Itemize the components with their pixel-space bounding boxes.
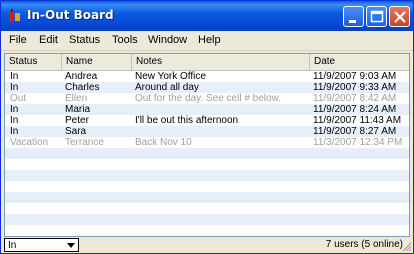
- row-date: 11/9/2007 9:33 AM: [313, 82, 397, 93]
- menu-status[interactable]: Status: [69, 34, 100, 46]
- row-date: 11/9/2007 9:03 AM: [313, 71, 397, 82]
- table-row[interactable]: In Peter I'll be out this afternoon 11/9/20…: [5, 115, 409, 126]
- resize-grip-icon[interactable]: [402, 242, 412, 252]
- app-icon: [9, 9, 20, 21]
- menu-window[interactable]: Window: [148, 34, 187, 46]
- table-row[interactable]: In Maria 11/9/2007 8:24 AM: [5, 104, 409, 115]
- empty-row: [5, 159, 409, 170]
- empty-row: [5, 148, 409, 159]
- status-select-value: In: [8, 240, 17, 251]
- status-select[interactable]: In: [4, 238, 79, 252]
- row-name: Terrance: [65, 137, 104, 148]
- row-date: 11/3/2007 12:34 PM: [313, 137, 403, 148]
- column-header-notes[interactable]: Notes: [132, 54, 310, 70]
- row-notes: Back Nov 10: [135, 137, 192, 148]
- menu-file[interactable]: File: [9, 34, 27, 46]
- empty-row: [5, 170, 409, 181]
- column-header-name[interactable]: Name: [62, 54, 132, 70]
- maximize-button[interactable]: [366, 6, 387, 27]
- empty-row: [5, 181, 409, 192]
- row-status: In: [10, 115, 19, 126]
- empty-row: [5, 203, 409, 214]
- row-status: In: [10, 104, 19, 115]
- row-status: Out: [10, 93, 27, 104]
- table-row[interactable]: In Andrea New York Office 11/9/2007 9:03 AM: [5, 71, 409, 82]
- table-row[interactable]: Vacation Terrance Back Nov 10 11/3/2007 12:…: [5, 137, 409, 148]
- row-name: Sara: [65, 126, 87, 137]
- row-status: In: [10, 126, 19, 137]
- empty-row: [5, 192, 409, 203]
- empty-row: [5, 225, 409, 236]
- status-bar: In 7 users (5 online): [1, 237, 413, 253]
- row-status: Vacation: [10, 137, 49, 148]
- column-header-status[interactable]: Status: [5, 54, 62, 70]
- row-notes: I'll be out this afternoon: [135, 115, 239, 126]
- row-name: Andrea: [65, 71, 98, 82]
- row-date: 11/9/2007 8:27 AM: [313, 126, 397, 137]
- dropdown-arrow-icon[interactable]: [65, 240, 77, 250]
- menu-tools[interactable]: Tools: [112, 34, 138, 46]
- minimize-button[interactable]: [343, 6, 364, 27]
- list-rows: In Andrea New York Office 11/9/2007 9:03 AM…: [5, 71, 409, 236]
- column-header-date[interactable]: Date: [310, 54, 409, 70]
- close-button[interactable]: [389, 6, 410, 27]
- row-name: Ellen: [65, 93, 88, 104]
- row-name: Maria: [65, 104, 91, 115]
- row-date: 11/9/2007 8:42 AM: [313, 93, 397, 104]
- minimize-icon: [349, 20, 356, 23]
- maximize-icon: [370, 10, 384, 23]
- in-out-list[interactable]: Status Name Notes Date In Andrea New York …: [4, 53, 410, 237]
- table-row[interactable]: In Charles Around all day 11/9/2007 9:33 AM: [5, 82, 409, 93]
- empty-row: [5, 214, 409, 225]
- close-icon: [394, 11, 406, 23]
- table-row[interactable]: In Sara 11/9/2007 8:27 AM: [5, 126, 409, 137]
- menu-help[interactable]: Help: [198, 34, 221, 46]
- list-header: Status Name Notes Date: [5, 54, 409, 71]
- row-name: Peter: [65, 115, 89, 126]
- menu-bar: File Edit Status Tools Window Help: [1, 31, 413, 51]
- row-date: 11/9/2007 11:43 AM: [313, 115, 402, 126]
- row-date: 11/9/2007 8:24 AM: [313, 104, 397, 115]
- window-title: In-Out Board: [27, 8, 114, 22]
- row-notes: New York Office: [135, 71, 206, 82]
- menu-edit[interactable]: Edit: [39, 34, 58, 46]
- row-name: Charles: [65, 82, 100, 93]
- row-notes: Around all day: [135, 82, 199, 93]
- row-status: In: [10, 71, 19, 82]
- title-bar[interactable]: In-Out Board: [1, 1, 413, 31]
- row-notes: Out for the day. See cell # below.: [135, 93, 282, 104]
- app-window: In-Out Board File Edit Status Tools Wind…: [0, 0, 414, 254]
- users-summary: 7 users (5 online): [325, 239, 403, 250]
- table-row[interactable]: Out Ellen Out for the day. See cell # belo…: [5, 93, 409, 104]
- row-status: In: [10, 82, 19, 93]
